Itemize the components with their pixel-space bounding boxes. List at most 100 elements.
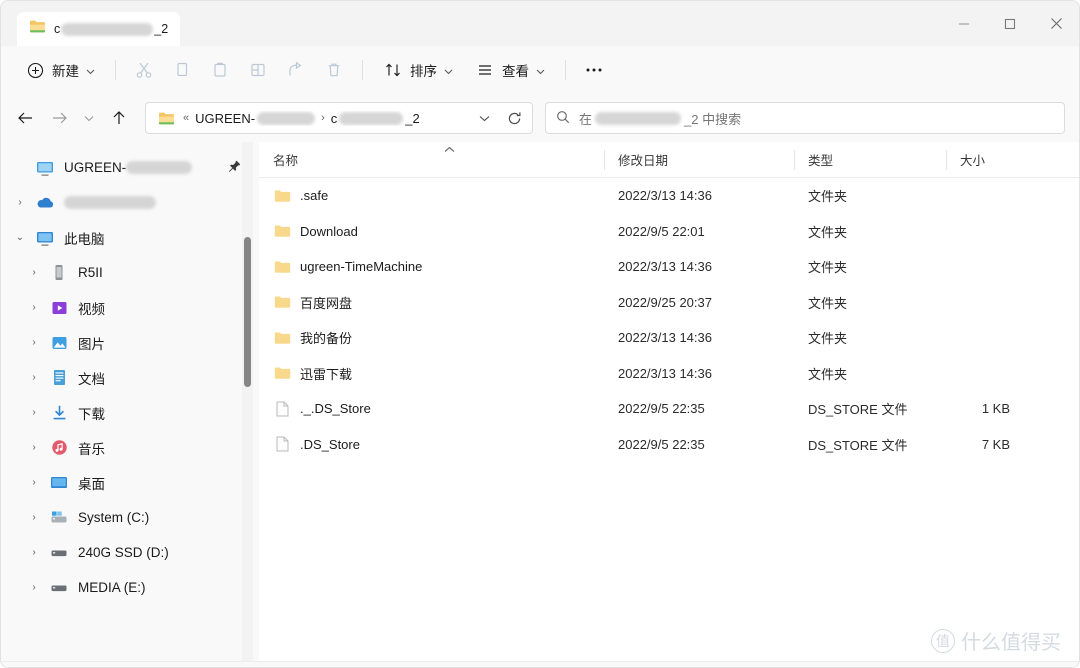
sidebar-item-media-e[interactable]: › MEDIA (E:) <box>7 570 253 605</box>
cell-name: .DS_Store <box>259 427 604 463</box>
cell-date: 2022/3/13 14:36 <box>618 188 712 204</box>
cell-type: 文件夹 <box>808 189 848 205</box>
redacted-text <box>257 111 316 125</box>
document-icon <box>47 369 71 386</box>
sidebar-item-label: 桌面 <box>78 476 105 492</box>
table-row[interactable]: ._.DS_Store 2022/9/5 22:35 DS_STORE 文件 1… <box>259 391 1079 427</box>
search-icon <box>556 110 570 127</box>
breadcrumb-folder-suffix: _2 <box>405 110 420 126</box>
column-header-date[interactable]: 修改日期 <box>604 142 794 178</box>
sidebar-item-label: UGREEN- <box>64 160 193 175</box>
chevron-right-icon[interactable]: › <box>21 547 47 558</box>
sidebar-item-music[interactable]: › 音乐 <box>7 430 253 465</box>
sidebar-item-ugreen[interactable]: UGREEN- <box>7 150 253 185</box>
cut-button[interactable] <box>126 54 162 86</box>
copy-button[interactable] <box>164 54 200 86</box>
sidebar-item-cloud[interactable]: › <box>7 185 253 220</box>
chevron-right-icon[interactable]: › <box>7 197 33 208</box>
forward-button[interactable] <box>43 102 75 134</box>
cell-type: DS_STORE 文件 <box>808 437 908 453</box>
sidebar-item-pictures[interactable]: › 图片 <box>7 325 253 360</box>
status-bar: 8 个项目 <box>1 661 1079 667</box>
cell-type: DS_STORE 文件 <box>808 402 908 418</box>
share-button[interactable] <box>278 54 314 86</box>
sidebar-item-ssd-d[interactable]: › 240G SSD (D:) <box>7 535 253 570</box>
table-row[interactable]: 我的备份 2022/3/13 14:36 文件夹 <box>259 320 1079 356</box>
file-explorer-window: c _2 新建 排序 查看 « UGREEN- › c _2 在 _2 中搜索 … <box>0 0 1080 668</box>
chevron-right-icon[interactable]: › <box>21 372 47 383</box>
sidebar-item-this-pc[interactable]: ⌄ 此电脑 <box>7 220 253 255</box>
sidebar-item-videos[interactable]: › 视频 <box>7 290 253 325</box>
sort-icon <box>383 60 403 80</box>
refresh-button[interactable] <box>502 102 526 134</box>
folder-icon <box>273 224 291 238</box>
navigation-scrollbar-thumb[interactable] <box>244 237 251 387</box>
up-button[interactable] <box>103 102 135 134</box>
drive-icon <box>47 582 71 594</box>
window-tab[interactable]: c _2 <box>17 12 181 46</box>
folder-icon <box>29 19 46 39</box>
sidebar-item-label: R5II <box>78 265 103 280</box>
chevron-right-icon[interactable]: › <box>21 267 47 278</box>
chevron-right-icon[interactable]: › <box>21 302 47 313</box>
cell-date: 2022/9/5 22:01 <box>618 223 705 239</box>
sidebar-item-desktop[interactable]: › 桌面 <box>7 465 253 500</box>
column-header-size[interactable]: 大小 <box>946 142 1050 178</box>
sidebar-item-documents[interactable]: › 文档 <box>7 360 253 395</box>
address-dropdown-button[interactable] <box>472 102 496 134</box>
sort-button[interactable]: 排序 <box>373 54 463 86</box>
search-placeholder: 在 _2 中搜索 <box>579 109 741 128</box>
cell-name: 我的备份 <box>259 320 604 356</box>
folder-icon <box>155 111 177 126</box>
cell-size <box>946 249 1050 285</box>
table-row[interactable]: .DS_Store 2022/9/5 22:35 DS_STORE 文件 7 K… <box>259 427 1079 463</box>
chevron-right-icon[interactable]: › <box>21 582 47 593</box>
view-list-icon <box>475 60 495 80</box>
breadcrumb-overflow[interactable]: « <box>183 112 189 124</box>
minimize-icon[interactable] <box>941 1 987 46</box>
chevron-right-icon[interactable]: › <box>21 337 47 348</box>
rename-icon <box>248 60 268 80</box>
sidebar-item-system-c[interactable]: › System (C:) <box>7 500 253 535</box>
chevron-right-icon[interactable]: › <box>21 512 47 523</box>
chevron-right-icon[interactable]: › <box>21 407 47 418</box>
cell-name: .safe <box>259 178 604 214</box>
new-button[interactable]: 新建 <box>15 54 105 86</box>
navigation-scrollbar-track[interactable] <box>242 142 253 661</box>
column-header-name[interactable]: 名称 <box>259 142 604 178</box>
rename-button[interactable] <box>240 54 276 86</box>
table-row[interactable]: ugreen-TimeMachine 2022/3/13 14:36 文件夹 <box>259 249 1079 285</box>
table-row[interactable]: Download 2022/9/5 22:01 文件夹 <box>259 214 1079 250</box>
pin-icon[interactable] <box>228 160 241 176</box>
file-name: Download <box>300 223 358 239</box>
chevron-right-icon[interactable]: › <box>21 477 47 488</box>
back-button[interactable] <box>9 102 41 134</box>
sidebar-item-r5ii[interactable]: › R5II <box>7 255 253 290</box>
paste-button[interactable] <box>202 54 238 86</box>
delete-button[interactable] <box>316 54 352 86</box>
download-icon <box>47 404 71 421</box>
breadcrumb-item-device[interactable]: UGREEN- <box>195 111 316 126</box>
table-row[interactable]: 迅雷下载 2022/3/13 14:36 文件夹 <box>259 356 1079 392</box>
table-row[interactable]: 百度网盘 2022/9/25 20:37 文件夹 <box>259 285 1079 321</box>
maximize-icon[interactable] <box>987 1 1033 46</box>
column-header-type[interactable]: 类型 <box>794 142 946 178</box>
close-icon[interactable] <box>1033 1 1079 46</box>
cell-name: 迅雷下载 <box>259 356 604 392</box>
view-button[interactable]: 查看 <box>465 54 555 86</box>
column-header-size-label: 大小 <box>960 154 986 168</box>
chevron-down-icon[interactable]: ⌄ <box>7 232 33 243</box>
file-name: .DS_Store <box>300 436 360 452</box>
breadcrumb-item-folder[interactable]: c _2 <box>331 111 420 126</box>
breadcrumb[interactable]: « UGREEN- › c _2 <box>183 111 466 126</box>
chevron-right-icon[interactable]: › <box>21 442 47 453</box>
table-row[interactable]: .safe 2022/3/13 14:36 文件夹 <box>259 178 1079 214</box>
file-icon <box>273 401 291 417</box>
search-input[interactable]: 在 _2 中搜索 <box>545 102 1065 134</box>
cloud-icon <box>33 195 57 211</box>
recent-locations-button[interactable] <box>77 102 101 134</box>
sidebar-item-downloads[interactable]: › 下载 <box>7 395 253 430</box>
explorer-body: UGREEN- › ⌄ 此电脑 › R5II › 视频 › 图片 › 文档 › … <box>1 142 1079 661</box>
address-bar[interactable]: « UGREEN- › c _2 <box>145 102 533 134</box>
more-options-button[interactable] <box>576 54 612 86</box>
